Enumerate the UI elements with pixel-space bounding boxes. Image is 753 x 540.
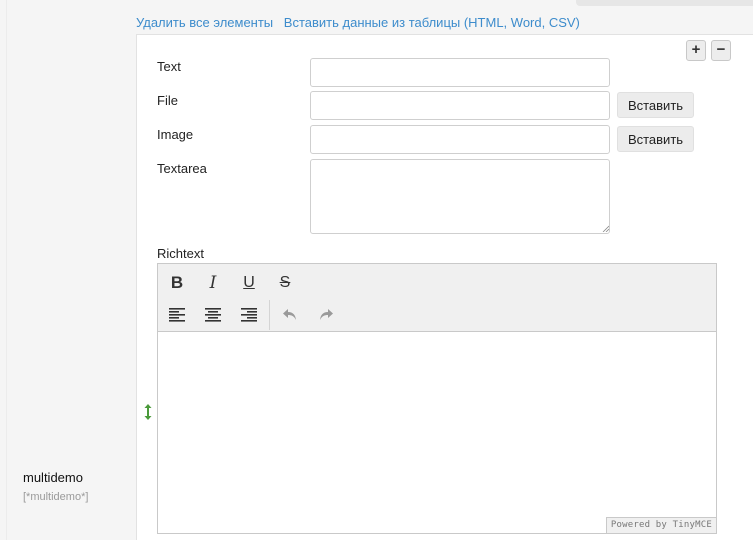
undo-icon <box>283 309 296 320</box>
field-name: multidemo <box>23 470 83 485</box>
editor-toolbar: B I U S <box>158 264 716 332</box>
toolbar-separator <box>269 300 270 330</box>
strikethrough-glyph: S <box>279 274 291 291</box>
redo-icon <box>320 309 333 320</box>
align-right-button[interactable] <box>235 302 263 328</box>
align-left-icon <box>169 308 185 322</box>
align-center-button[interactable] <box>199 302 227 328</box>
bold-button[interactable]: B <box>163 270 191 296</box>
italic-button[interactable]: I <box>199 270 227 296</box>
underline-glyph: U <box>243 274 255 291</box>
drag-handle-icon[interactable] <box>143 403 153 421</box>
top-strip <box>576 0 753 6</box>
file-input[interactable] <box>310 91 610 120</box>
italic-glyph: I <box>209 273 217 293</box>
text-label: Text <box>157 59 181 74</box>
left-divider <box>6 0 7 540</box>
powered-by-label: Powered by TinyMCE <box>605 517 716 533</box>
undo-button[interactable] <box>276 302 304 328</box>
bold-glyph: B <box>170 273 184 292</box>
editor-content-area[interactable] <box>158 333 716 533</box>
underline-button[interactable]: U <box>235 270 263 296</box>
image-input[interactable] <box>310 125 610 154</box>
textarea-label: Textarea <box>157 161 207 176</box>
redo-button[interactable] <box>312 302 340 328</box>
resize-grip-icon[interactable] <box>602 225 609 232</box>
richtext-editor: B I U S Powered by TinyMCE <box>157 263 717 534</box>
delete-all-link[interactable]: Удалить все элементы <box>136 15 273 30</box>
align-center-icon <box>205 308 221 322</box>
text-input[interactable] <box>310 58 610 87</box>
file-label: File <box>157 93 178 108</box>
file-insert-button[interactable]: Вставить <box>617 92 694 118</box>
richtext-label: Richtext <box>157 246 204 261</box>
strikethrough-button[interactable]: S <box>271 270 299 296</box>
field-caption: multidemo [*multidemo*] <box>23 470 88 503</box>
add-row-button[interactable]: + <box>686 40 706 61</box>
textarea-input[interactable] <box>310 159 610 234</box>
align-left-button[interactable] <box>163 302 191 328</box>
image-insert-button[interactable]: Вставить <box>617 126 694 152</box>
image-label: Image <box>157 127 194 142</box>
remove-row-button[interactable]: − <box>711 40 731 61</box>
action-links: Удалить все элементы Вставить данные из … <box>136 15 587 33</box>
align-right-icon <box>241 308 257 322</box>
paste-table-link[interactable]: Вставить данные из таблицы (HTML, Word, … <box>284 15 580 30</box>
field-key: [*multidemo*] <box>23 491 89 503</box>
